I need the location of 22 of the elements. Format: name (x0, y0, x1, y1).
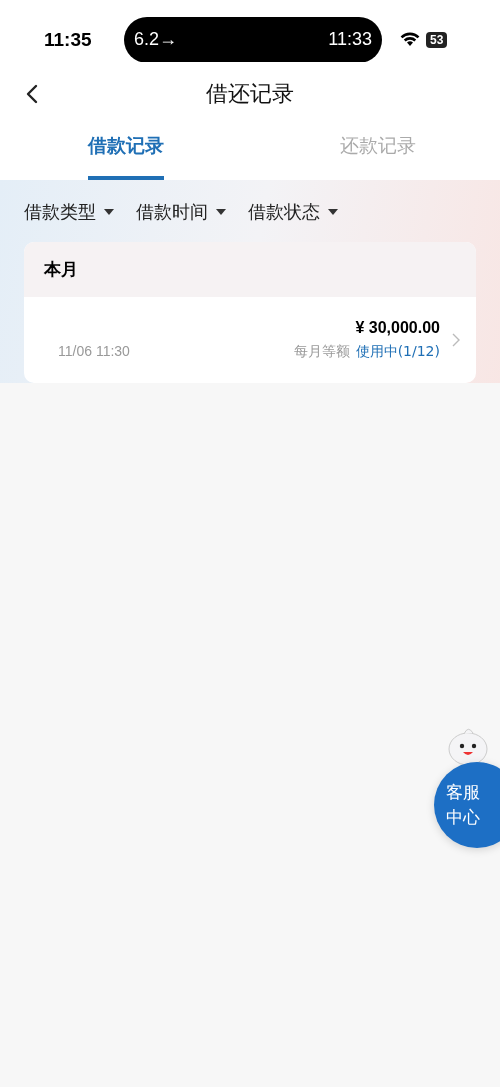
page-title: 借还记录 (206, 80, 294, 108)
caret-icon (328, 209, 338, 215)
record-amount: ¥ 30,000.00 (355, 319, 440, 337)
caret-icon (104, 209, 114, 215)
month-heading: 本月 (44, 259, 78, 279)
battery-indicator: 53 (426, 31, 448, 48)
filter-dropdown[interactable]: 借款时间 (136, 198, 226, 226)
record-status: 使用中(1/12) (355, 343, 440, 361)
island-text: 6.2→ (134, 29, 178, 50)
record-date: 11/06 11:30 (58, 343, 130, 359)
island-time: 11:33 (328, 29, 372, 50)
status-time: 11:35 (44, 28, 93, 51)
chevron-right-icon (452, 333, 460, 347)
wifi-icon (400, 32, 420, 47)
caret-icon (216, 209, 226, 215)
filter-dropdown[interactable]: 借款状态 (248, 198, 338, 226)
back-icon[interactable] (26, 84, 38, 104)
customer-service-button[interactable]: 客服中心 (434, 762, 500, 848)
filter-dropdown[interactable]: 借款类型 (24, 198, 114, 226)
mascot-icon (446, 727, 490, 767)
repayment-plan: 每月等额 (293, 343, 350, 361)
loan-record[interactable]: 11/06 11:30 ¥ 30,000.00 每月等额 使用中(1/12) (24, 297, 476, 383)
